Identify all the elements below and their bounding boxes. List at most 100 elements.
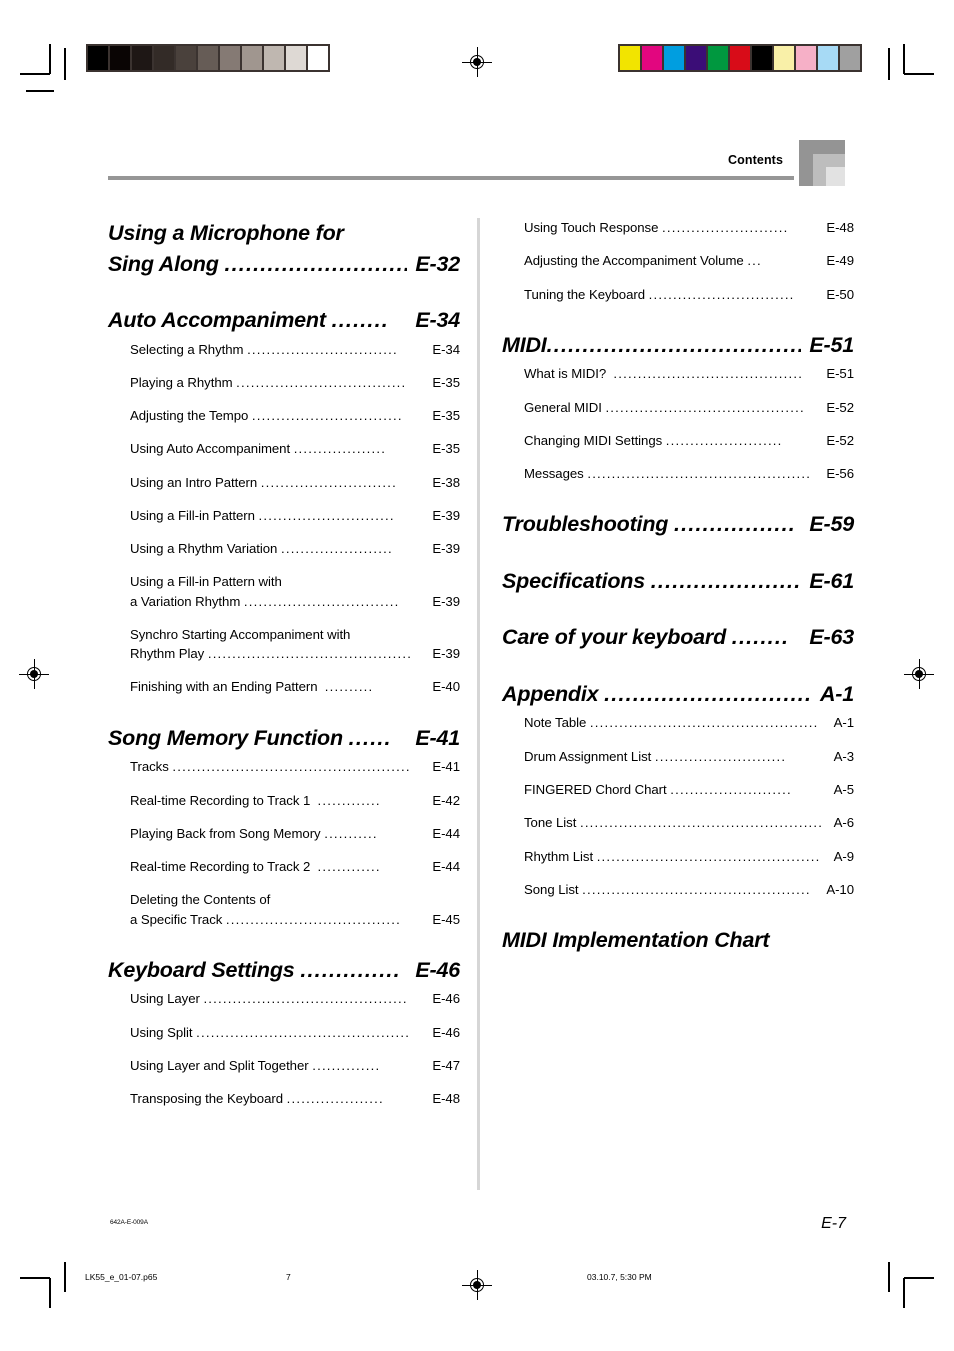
toc-entry-page-number: E-46 bbox=[428, 991, 460, 1007]
toc-section-left-12[interactable]: Song Memory Function ...... E-41 bbox=[108, 723, 460, 754]
grayscale-swatch-6 bbox=[220, 46, 240, 70]
toc-section-right-8[interactable]: Troubleshooting ................. E-59 bbox=[502, 509, 854, 540]
toc-entry-page-number: E-34 bbox=[428, 341, 460, 357]
toc-entry-left-19[interactable]: Using Layer ............................… bbox=[130, 989, 460, 1008]
toc-section-right-10[interactable]: Care of your keyboard ........ E-63 bbox=[502, 622, 854, 653]
toc-entry-wrapped-line-0: Using a Microphone for bbox=[108, 221, 344, 245]
toc-entry-right-2[interactable]: Tuning the Keyboard ....................… bbox=[524, 285, 854, 304]
toc-entry-right-6[interactable]: Changing MIDI Settings .................… bbox=[524, 431, 854, 450]
toc-entry-leader-dots: ........... bbox=[324, 825, 378, 841]
toc-section-right-3[interactable]: MIDI....................................… bbox=[502, 330, 854, 361]
color-swatch-3 bbox=[686, 46, 706, 70]
toc-entry-page-number: E-35 bbox=[428, 408, 460, 424]
toc-entry-left-3[interactable]: Playing a Rhythm .......................… bbox=[130, 373, 460, 392]
toc-entry-page-number: E-39 bbox=[428, 507, 460, 523]
toc-section-right-11[interactable]: Appendix ...............................… bbox=[502, 679, 854, 710]
crop-mark-bottom-right-horizontal bbox=[904, 1277, 934, 1279]
toc-entry-right-5[interactable]: General MIDI ...........................… bbox=[524, 398, 854, 417]
toc-entry-left-10[interactable]: Synchro Starting Accompaniment with Rhyth… bbox=[130, 625, 460, 664]
toc-entry-title: Using Layer and Split Together bbox=[130, 1057, 313, 1073]
toc-entry-leader-dots: ............................ bbox=[260, 474, 397, 490]
toc-entry-right-17[interactable]: Song List ..............................… bbox=[524, 880, 854, 899]
toc-entry-page-number: E-46 bbox=[428, 1024, 460, 1040]
toc-entry-page-number: E-42 bbox=[428, 792, 460, 808]
toc-entry-title: Using a Fill-in Pattern bbox=[130, 507, 259, 523]
toc-entry-leader-dots: .......... bbox=[324, 679, 374, 695]
toc-entry-leader-dots: ............................ bbox=[258, 507, 395, 523]
toc-entry-left-6[interactable]: Using an Intro Pattern .................… bbox=[130, 473, 460, 492]
toc-section-left-0[interactable]: Using a Microphone for Sing Along .......… bbox=[108, 218, 460, 279]
toc-entry-left-8[interactable]: Using a Rhythm Variation ...............… bbox=[130, 539, 460, 558]
toc-entry-title: Playing Back from Song Memory bbox=[130, 825, 325, 841]
toc-entry-left-11[interactable]: Finishing with an Ending Pattern .......… bbox=[130, 677, 460, 696]
toc-entry-row: Auto Accompaniment ........ E-34 bbox=[108, 305, 460, 336]
toc-section-right-9[interactable]: Specifications ..................... E-6… bbox=[502, 566, 854, 597]
toc-entry-title: a Specific Track bbox=[130, 911, 226, 927]
crop-mark-top-right-horizontal bbox=[904, 73, 934, 75]
toc-entry-title: Playing a Rhythm bbox=[130, 374, 237, 390]
crop-mark-top-right-tick bbox=[888, 48, 890, 80]
toc-entry-left-22[interactable]: Transposing the Keyboard ...............… bbox=[130, 1089, 460, 1108]
toc-entry-left-13[interactable]: Tracks .................................… bbox=[130, 757, 460, 776]
grayscale-swatch-5 bbox=[198, 46, 218, 70]
toc-entry-left-5[interactable]: Using Auto Accompaniment ...............… bbox=[130, 439, 460, 458]
toc-entry-row: Using an Intro Pattern .................… bbox=[130, 473, 460, 492]
toc-entry-leader-dots: ................................... bbox=[236, 374, 407, 390]
toc-entry-title: Appendix bbox=[502, 681, 605, 706]
toc-section-left-1[interactable]: Auto Accompaniment ........ E-34 bbox=[108, 305, 460, 336]
registration-target-right bbox=[904, 659, 934, 689]
toc-entry-right-12[interactable]: Note Table .............................… bbox=[524, 713, 854, 732]
registration-target-left bbox=[19, 659, 49, 689]
toc-entry-left-15[interactable]: Playing Back from Song Memory ..........… bbox=[130, 824, 460, 843]
toc-entry-page-number: A-1 bbox=[830, 715, 854, 731]
grayscale-swatch-1 bbox=[110, 46, 130, 70]
grayscale-swatch-7 bbox=[242, 46, 262, 70]
toc-entry-left-9[interactable]: Using a Fill-in Pattern with a Variation … bbox=[130, 572, 460, 611]
toc-entry-title: Specifications bbox=[502, 568, 651, 593]
toc-entry-leader-dots: .............................. bbox=[648, 286, 795, 302]
toc-entry-right-16[interactable]: Rhythm List ............................… bbox=[524, 847, 854, 866]
grayscale-swatch-2 bbox=[132, 46, 152, 70]
toc-entry-row: MIDI....................................… bbox=[502, 330, 854, 361]
toc-entry-right-1[interactable]: Adjusting the Accompaniment Volume ... E… bbox=[524, 251, 854, 270]
toc-entry-right-13[interactable]: Drum Assignment List ...................… bbox=[524, 747, 854, 766]
header-corner-motif bbox=[799, 140, 845, 186]
toc-entry-leader-dots: ............. bbox=[317, 792, 381, 808]
toc-entry-row: Tracks .................................… bbox=[130, 757, 460, 776]
color-swatch-10 bbox=[840, 46, 860, 70]
toc-entry-title: Sing Along bbox=[108, 251, 225, 276]
toc-entry-right-4[interactable]: What is MIDI? ..........................… bbox=[524, 364, 854, 383]
print-strip-page-number: 7 bbox=[286, 1272, 291, 1282]
toc-entry-page-number: A-3 bbox=[830, 748, 854, 764]
toc-entry-left-21[interactable]: Using Layer and Split Together .........… bbox=[130, 1056, 460, 1075]
registration-target-bottom bbox=[462, 1270, 492, 1300]
toc-entry-right-0[interactable]: Using Touch Response ...................… bbox=[524, 218, 854, 237]
toc-section-left-18[interactable]: Keyboard Settings .............. E-46 bbox=[108, 955, 460, 986]
toc-entry-title: Troubleshooting bbox=[502, 512, 674, 537]
toc-entry-page-number: E-61 bbox=[803, 568, 854, 593]
toc-entry-page-number: E-35 bbox=[428, 374, 460, 390]
crop-mark-top-left-bleed bbox=[26, 90, 54, 92]
toc-entry-left-4[interactable]: Adjusting the Tempo ....................… bbox=[130, 406, 460, 425]
toc-entry-leader-dots: ........ bbox=[731, 625, 790, 650]
toc-entry-page-number: E-39 bbox=[428, 541, 460, 557]
toc-entry-left-16[interactable]: Real-time Recording to Track 2 .........… bbox=[130, 857, 460, 876]
toc-entry-left-2[interactable]: Selecting a Rhythm .....................… bbox=[130, 340, 460, 359]
print-strip-timestamp: 03.10.7, 5:30 PM bbox=[587, 1272, 652, 1282]
toc-entry-title: Using an Intro Pattern bbox=[130, 474, 261, 490]
toc-entry-left-7[interactable]: Using a Fill-in Pattern ................… bbox=[130, 506, 460, 525]
toc-entry-right-15[interactable]: Tone List ..............................… bbox=[524, 813, 854, 832]
toc-entry-left-20[interactable]: Using Split ............................… bbox=[130, 1023, 460, 1042]
toc-entry-right-14[interactable]: FINGERED Chord Chart ...................… bbox=[524, 780, 854, 799]
toc-entry-row: MIDI Implementation Chart bbox=[502, 925, 854, 956]
toc-entry-leader-dots: ............. bbox=[317, 859, 381, 875]
toc-entry-left-14[interactable]: Real-time Recording to Track 1 .........… bbox=[130, 791, 460, 810]
toc-entry-title: Real-time Recording to Track 1 bbox=[130, 792, 318, 808]
toc-section-right-18[interactable]: MIDI Implementation Chart bbox=[502, 925, 854, 956]
toc-entry-page-number: A-6 bbox=[830, 815, 854, 831]
header-rule bbox=[108, 176, 794, 180]
toc-entry-wrapped-line-0: Deleting the Contents of bbox=[130, 892, 271, 908]
toc-entry-page-number: E-63 bbox=[803, 625, 854, 650]
toc-entry-right-7[interactable]: Messages ...............................… bbox=[524, 464, 854, 483]
toc-entry-left-17[interactable]: Deleting the Contents of a Specific Track… bbox=[130, 890, 460, 929]
